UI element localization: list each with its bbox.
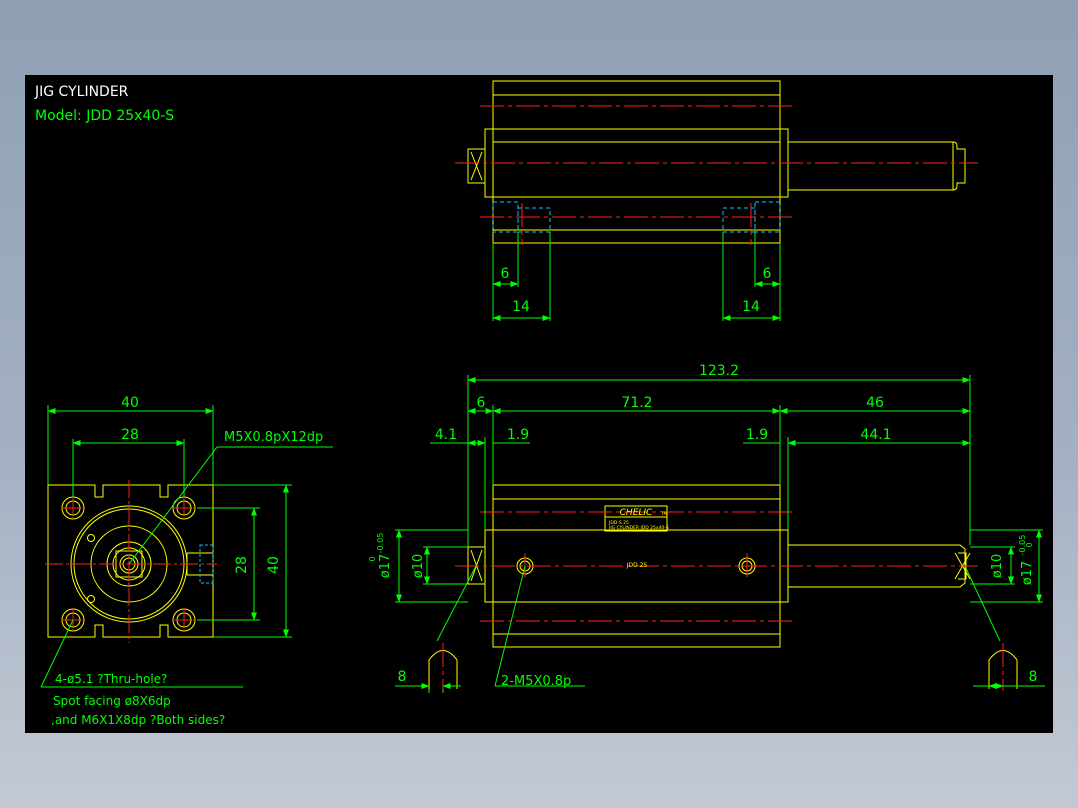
dim-8-right: 8: [1029, 669, 1038, 685]
port-callout: 2-M5X0.8p: [501, 674, 571, 689]
model-label: Model: JDD 25x40-S: [35, 108, 174, 124]
hole-note-1: 4-ø5.1 ?Thru-hole?: [55, 672, 167, 686]
end-dim-40-height: 40: [266, 556, 282, 574]
end-dim-28-height: 28: [234, 556, 250, 574]
tol-left-lower: -0.05: [376, 533, 385, 554]
dia-10-right: ø10: [990, 554, 1005, 579]
label-line: JIG CYLINDER JDD 25x40-S: [608, 525, 669, 531]
top-dim-right-6: 6: [763, 266, 772, 282]
tol-right-lower: -0.05: [1018, 535, 1027, 556]
top-view: 6 14 6 14: [455, 80, 978, 321]
dim-44-1: 44.1: [860, 427, 891, 443]
top-dim-right-14: 14: [742, 299, 760, 315]
dim-6: 6: [477, 395, 486, 411]
drawing-title: JIG CYLINDER: [34, 84, 129, 100]
hole-note-3: ,and M6X1X8dp ?Both sides?: [51, 713, 225, 727]
end-view: 40 28 28 40 M5X0.8pX12dp 4-ø5.1 ?Thru-ho…: [40, 395, 333, 727]
side-view: 123.2 6 71.2 46 4.1 1.9 1.9 44.1 ø10 ø17…: [368, 363, 1045, 693]
top-dim-left-6: 6: [501, 266, 510, 282]
hole-note-2: Spot facing ø8X6dp: [53, 694, 171, 708]
cad-viewport[interactable]: JIG CYLINDER Model: JDD 25x40-S 6 14 6 1…: [25, 75, 1053, 733]
label-brand: CHELIC: [620, 508, 653, 518]
end-dim-28-width: 28: [121, 427, 139, 443]
tol-left-upper: 0: [368, 556, 377, 561]
dia-17-right: ø17: [1020, 561, 1035, 586]
thread-callout: M5X0.8pX12dp: [224, 430, 323, 445]
cad-drawing[interactable]: JIG CYLINDER Model: JDD 25x40-S 6 14 6 1…: [25, 75, 1053, 733]
label-mark: TM: [660, 511, 667, 516]
dia-10-left: ø10: [411, 554, 426, 579]
dia-17-left: ø17: [378, 554, 393, 579]
body-mark: JDD 25: [626, 562, 648, 569]
dim-1-9-right: 1.9: [746, 427, 768, 443]
dim-1-9-left: 1.9: [507, 427, 529, 443]
dim-rod-length: 46: [866, 395, 884, 411]
dim-body-length: 71.2: [621, 395, 652, 411]
dim-total-length: 123.2: [699, 363, 739, 379]
dim-4-1: 4.1: [435, 427, 457, 443]
end-dim-40-width: 40: [121, 395, 139, 411]
top-dim-left-14: 14: [512, 299, 530, 315]
dim-8-left: 8: [398, 669, 407, 685]
